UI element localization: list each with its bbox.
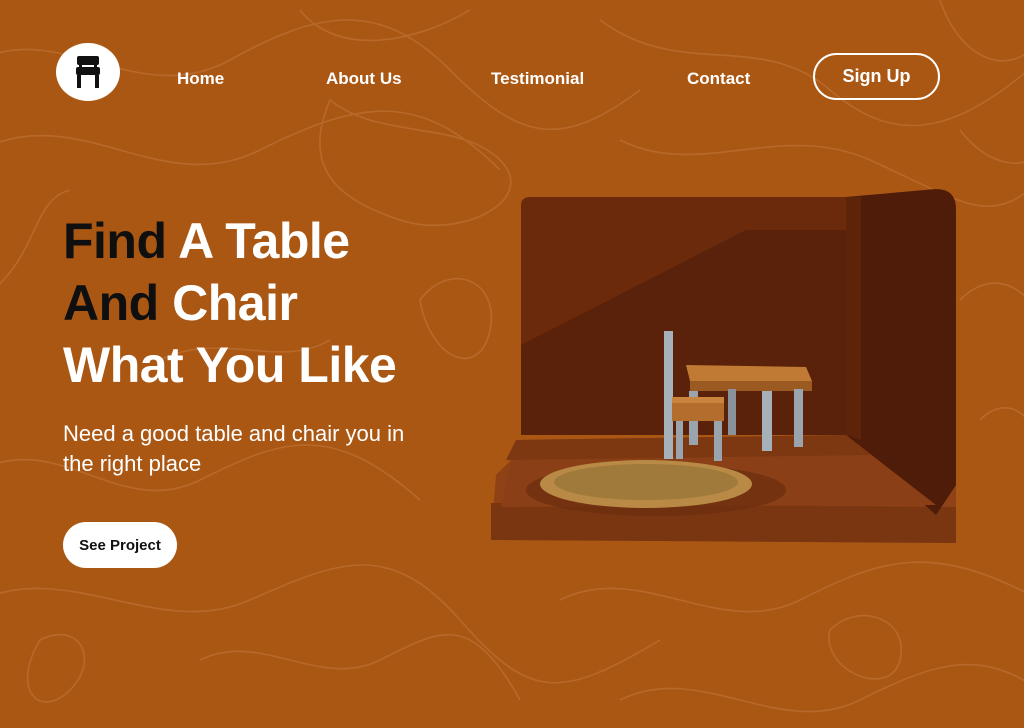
sign-up-button[interactable]: Sign Up bbox=[813, 53, 940, 100]
room-illustration bbox=[491, 189, 956, 543]
nav-contact-link[interactable]: Contact bbox=[687, 69, 750, 89]
see-project-button[interactable]: See Project bbox=[63, 522, 177, 568]
chair-icon bbox=[76, 56, 100, 88]
hero-title-word: A Table bbox=[178, 213, 350, 269]
hero-title-word: Find bbox=[63, 213, 167, 269]
hero-title-word: And bbox=[63, 275, 159, 331]
hero-title-word: What You Like bbox=[63, 337, 397, 393]
nav-about-link[interactable]: About Us bbox=[326, 69, 402, 89]
nav-home-link[interactable]: Home bbox=[177, 69, 224, 89]
brand-logo[interactable] bbox=[56, 43, 120, 101]
hero-title-word: Chair bbox=[172, 275, 298, 331]
hero-title: Find A Table And Chair What You Like bbox=[63, 210, 503, 396]
nav-testimonial-link[interactable]: Testimonial bbox=[491, 69, 584, 89]
hero-subtitle: Need a good table and chair you in the r… bbox=[63, 421, 405, 476]
